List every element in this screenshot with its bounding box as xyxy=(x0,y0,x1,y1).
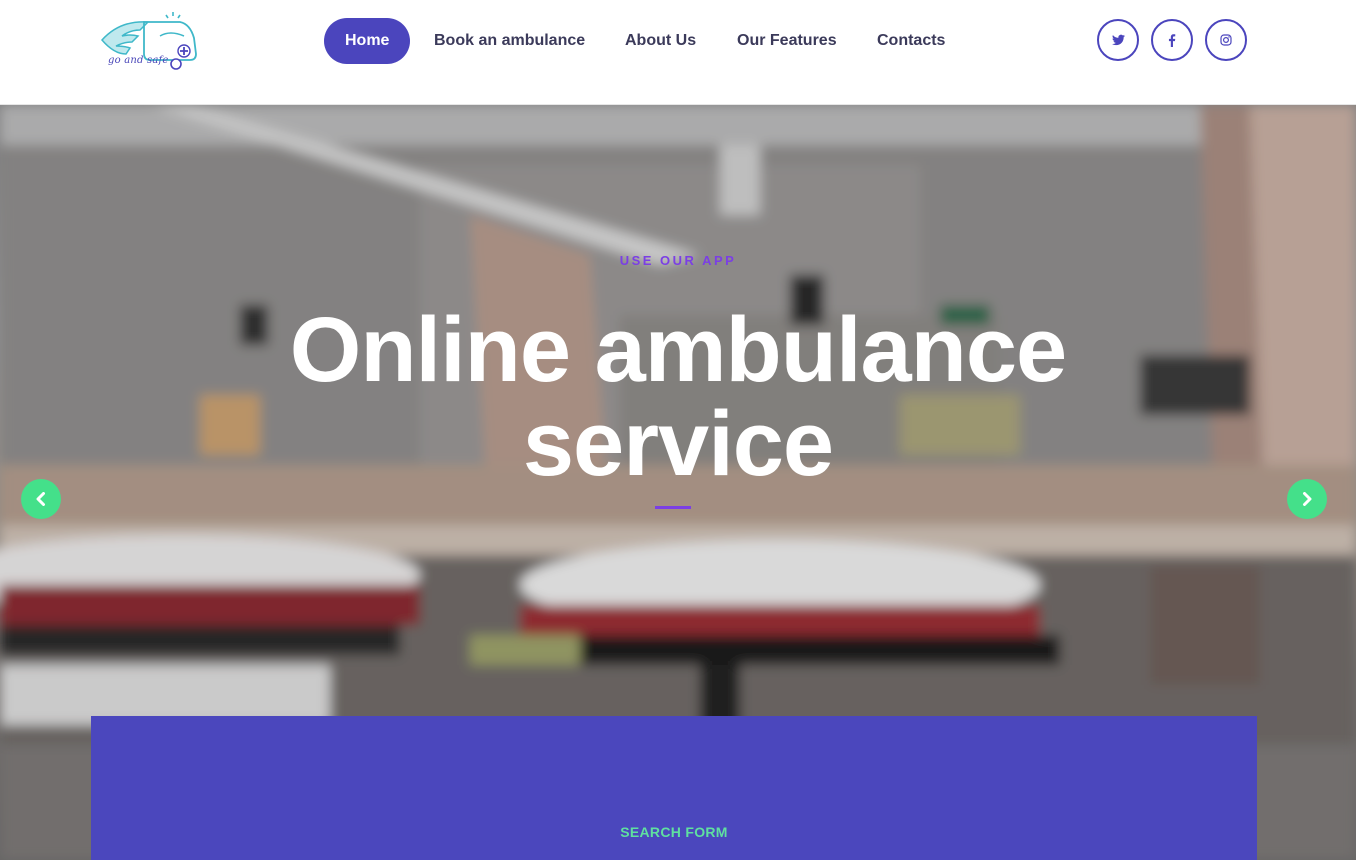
hero-title-line-1: Online ambulance xyxy=(289,299,1067,401)
twitter-button[interactable] xyxy=(1097,19,1139,61)
instagram-button[interactable] xyxy=(1205,19,1247,61)
twitter-icon xyxy=(1111,34,1125,46)
hero-slider: USE OUR APP Online ambulance service SEA… xyxy=(0,105,1356,860)
search-form-label: SEARCH FORM xyxy=(620,824,728,840)
nav-item-contacts[interactable]: Contacts xyxy=(877,18,945,64)
search-form-panel: SEARCH FORM xyxy=(91,716,1257,860)
nav-item-about-us[interactable]: About Us xyxy=(625,18,696,64)
nav-item-our-features[interactable]: Our Features xyxy=(737,18,837,64)
nav-item-book-ambulance[interactable]: Book an ambulance xyxy=(434,18,585,64)
logo-text: go and safe xyxy=(108,55,169,66)
hero-title-line-2: service xyxy=(522,393,834,495)
hero-title: Online ambulance service xyxy=(0,303,1356,491)
hero-divider xyxy=(655,506,691,509)
site-header: go and safe Home Book an ambulance About… xyxy=(0,0,1356,105)
slider-next-button[interactable] xyxy=(1287,479,1327,519)
chevron-left-icon xyxy=(36,492,45,506)
nav-item-home[interactable]: Home xyxy=(324,18,411,64)
facebook-button[interactable] xyxy=(1151,19,1193,61)
logo[interactable]: go and safe xyxy=(100,10,200,74)
hero-kicker: USE OUR APP xyxy=(619,253,737,268)
facebook-icon xyxy=(1168,33,1176,47)
instagram-icon xyxy=(1220,34,1232,46)
slider-prev-button[interactable] xyxy=(21,479,61,519)
chevron-right-icon xyxy=(1303,492,1312,506)
